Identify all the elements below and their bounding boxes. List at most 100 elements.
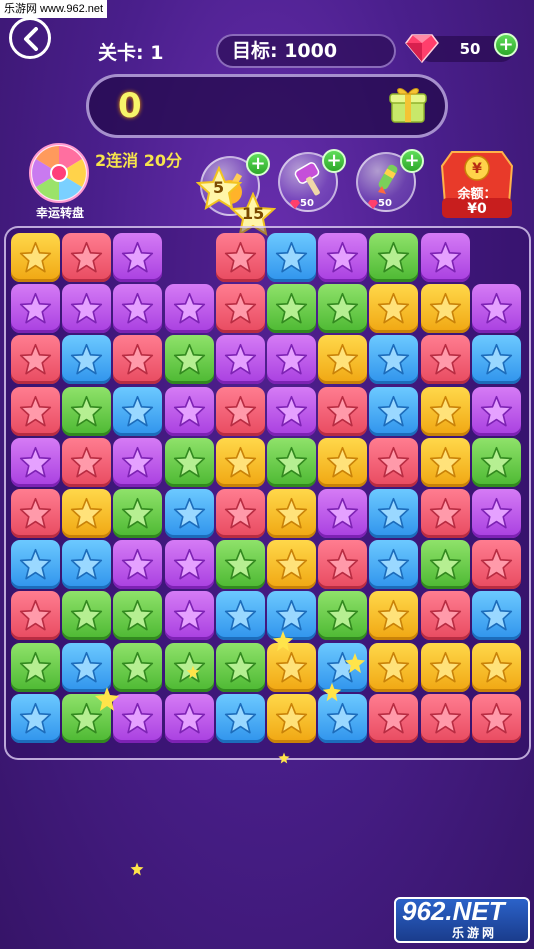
tile-green[interactable]	[267, 284, 316, 334]
add-rocket-button[interactable]: +	[400, 149, 424, 173]
tile-green[interactable]	[471, 437, 521, 487]
tile-blue[interactable]	[11, 693, 60, 743]
tile-yellow[interactable]	[420, 284, 470, 334]
tile-yellow[interactable]	[471, 642, 521, 692]
tile-green[interactable]	[215, 642, 265, 692]
tile-blue[interactable]	[62, 335, 112, 385]
tile-yellow[interactable]	[369, 284, 419, 334]
tile-red[interactable]	[215, 386, 265, 436]
tile-yellow[interactable]	[267, 489, 316, 538]
tile-purple[interactable]	[164, 693, 214, 743]
tile-red[interactable]	[420, 693, 470, 743]
tile-purple[interactable]	[471, 386, 521, 436]
tile-red[interactable]	[369, 437, 419, 487]
tile-yellow[interactable]	[420, 386, 470, 436]
tile-red[interactable]	[113, 335, 163, 385]
star-icon	[378, 497, 410, 529]
tile-purple[interactable]	[267, 386, 316, 436]
tile-green[interactable]	[318, 284, 368, 334]
tile-blue[interactable]	[62, 540, 112, 590]
tile-red[interactable]	[420, 591, 470, 641]
tile-yellow[interactable]	[215, 437, 265, 487]
tile-yellow[interactable]	[62, 489, 112, 538]
tile-purple[interactable]	[318, 489, 368, 538]
tile-red[interactable]	[318, 540, 368, 590]
tile-blue[interactable]	[11, 540, 60, 590]
tile-purple[interactable]	[164, 284, 214, 334]
tile-purple[interactable]	[164, 540, 214, 590]
tile-green[interactable]	[113, 489, 163, 538]
tile-blue[interactable]	[369, 489, 419, 538]
tile-purple[interactable]	[113, 693, 163, 743]
tile-red[interactable]	[62, 233, 112, 282]
tile-green[interactable]	[318, 591, 368, 641]
tile-green[interactable]	[420, 540, 470, 590]
tile-red[interactable]	[471, 540, 521, 590]
tile-purple[interactable]	[267, 335, 316, 385]
tile-red[interactable]	[215, 284, 265, 334]
tile-purple[interactable]	[11, 284, 60, 334]
tile-blue[interactable]	[471, 591, 521, 641]
tile-red[interactable]	[420, 489, 470, 538]
tile-green[interactable]	[11, 642, 60, 692]
tile-green[interactable]	[62, 386, 112, 436]
tile-green[interactable]	[369, 233, 419, 282]
tile-yellow[interactable]	[420, 642, 470, 692]
tile-red[interactable]	[215, 489, 265, 538]
back-button[interactable]	[9, 17, 51, 59]
add-hammer-button[interactable]: +	[322, 149, 346, 173]
tile-purple[interactable]	[471, 284, 521, 334]
tile-blue[interactable]	[164, 489, 214, 538]
tile-blue[interactable]	[369, 386, 419, 436]
tile-blue[interactable]	[369, 335, 419, 385]
tile-green[interactable]	[267, 437, 316, 487]
tile-purple[interactable]	[113, 540, 163, 590]
add-bomb-button[interactable]: +	[246, 152, 270, 176]
tile-yellow[interactable]	[318, 437, 368, 487]
tile-red[interactable]	[11, 386, 60, 436]
tile-purple[interactable]	[318, 233, 368, 282]
tile-red[interactable]	[420, 335, 470, 385]
tile-yellow[interactable]	[369, 591, 419, 641]
tile-yellow[interactable]	[267, 693, 316, 743]
tile-red[interactable]	[471, 693, 521, 743]
tile-red[interactable]	[62, 437, 112, 487]
tile-purple[interactable]	[471, 489, 521, 538]
tile-blue[interactable]	[215, 693, 265, 743]
tile-red[interactable]	[11, 335, 60, 385]
tile-purple[interactable]	[215, 335, 265, 385]
tile-blue[interactable]	[369, 540, 419, 590]
tile-blue[interactable]	[62, 642, 112, 692]
tile-yellow[interactable]	[267, 540, 316, 590]
tile-blue[interactable]	[471, 335, 521, 385]
add-gems-button[interactable]: +	[494, 33, 518, 57]
tile-red[interactable]	[11, 489, 60, 538]
tile-blue[interactable]	[267, 233, 316, 282]
tile-yellow[interactable]	[318, 335, 368, 385]
tile-purple[interactable]	[113, 437, 163, 487]
lucky-wheel-icon[interactable]	[28, 142, 90, 204]
tile-purple[interactable]	[164, 386, 214, 436]
tile-purple[interactable]	[11, 437, 60, 487]
tile-green[interactable]	[215, 540, 265, 590]
tile-red[interactable]	[318, 386, 368, 436]
tile-yellow[interactable]	[369, 642, 419, 692]
tile-purple[interactable]	[420, 233, 470, 282]
tile-purple[interactable]	[164, 591, 214, 641]
tile-red[interactable]	[11, 591, 60, 641]
tile-purple[interactable]	[62, 284, 112, 334]
tile-green[interactable]	[164, 437, 214, 487]
gift-box-icon[interactable]	[386, 82, 430, 126]
tile-yellow[interactable]	[420, 437, 470, 487]
tile-red[interactable]	[215, 233, 265, 282]
tile-green[interactable]	[164, 335, 214, 385]
tile-purple[interactable]	[113, 284, 163, 334]
tile-purple[interactable]	[113, 233, 163, 282]
tile-red[interactable]	[369, 693, 419, 743]
tile-green[interactable]	[113, 642, 163, 692]
tile-yellow[interactable]	[11, 233, 60, 282]
tile-blue[interactable]	[215, 591, 265, 641]
tile-green[interactable]	[62, 591, 112, 641]
tile-green[interactable]	[113, 591, 163, 641]
tile-blue[interactable]	[113, 386, 163, 436]
